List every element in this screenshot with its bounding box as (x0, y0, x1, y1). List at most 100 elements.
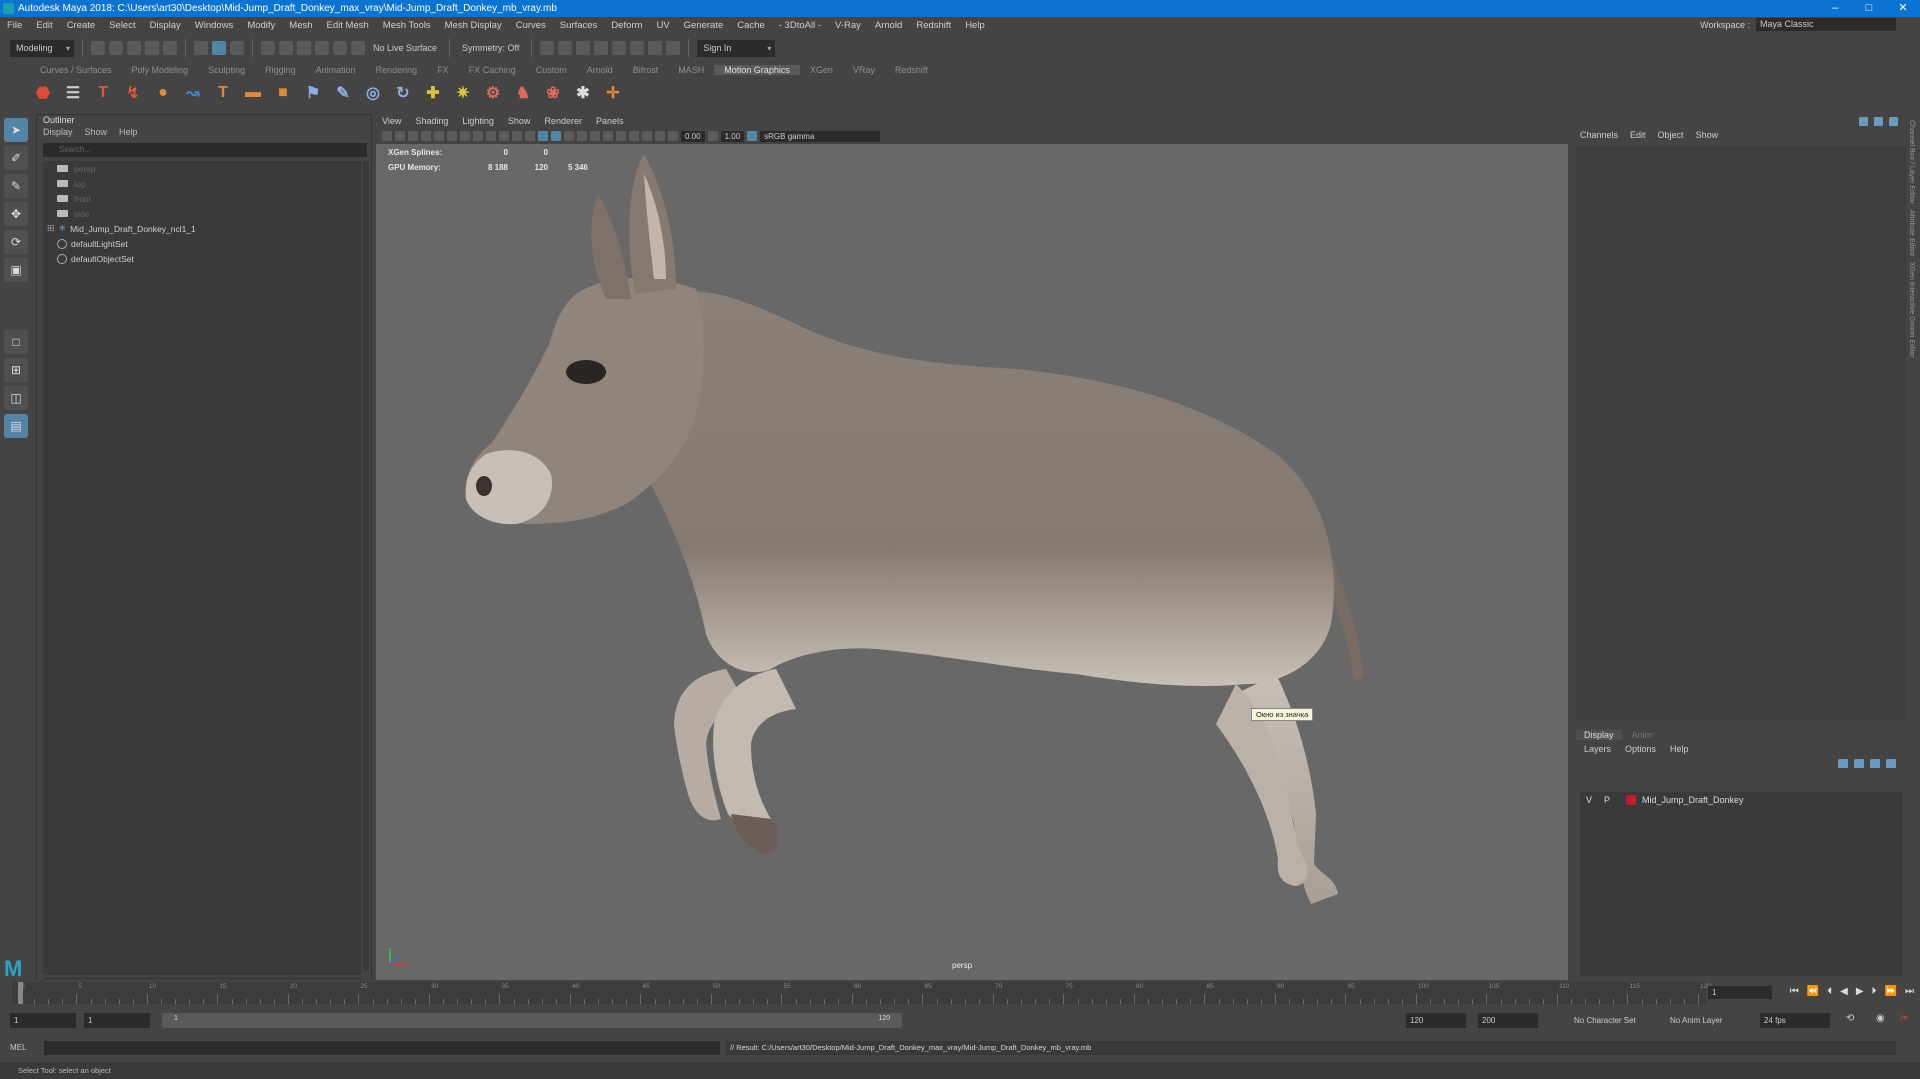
menu-curves[interactable]: Curves (509, 20, 553, 31)
menu-uv[interactable]: UV (649, 20, 676, 31)
shelf-tab-rendering[interactable]: Rendering (366, 65, 428, 75)
outliner-item[interactable]: defaultLightSet (43, 236, 361, 251)
menu-mesh-tools[interactable]: Mesh Tools (376, 20, 438, 31)
shelf-tab-motion-graphics[interactable]: Motion Graphics (714, 65, 800, 75)
sphere-icon[interactable]: ● (152, 82, 174, 104)
loop-icon[interactable]: ⟲ (1846, 1013, 1854, 1024)
layer-menu-help[interactable]: Help (1670, 744, 1689, 754)
live-surface-field[interactable]: No Live Surface (369, 43, 441, 53)
menu-set-dropdown[interactable]: Modeling (10, 39, 74, 57)
snap-curve-icon[interactable] (279, 41, 293, 55)
symmetry-field[interactable]: Symmetry: Off (458, 43, 523, 53)
sign-in-dropdown[interactable]: Sign In (697, 39, 776, 57)
menu-edit-mesh[interactable]: Edit Mesh (320, 20, 376, 31)
select-tool-icon[interactable]: ➤ (4, 118, 28, 142)
paint-select-icon[interactable]: ✎ (4, 174, 28, 198)
maximize-button[interactable]: □ (1852, 0, 1886, 17)
outliner-item[interactable]: top (43, 176, 361, 191)
layer-color-swatch[interactable] (1626, 795, 1636, 805)
field-icon[interactable]: ✱ (572, 82, 594, 104)
four-pane-icon[interactable]: ⊞ (4, 358, 28, 382)
select-object-icon[interactable] (212, 41, 226, 55)
menu-mesh[interactable]: Mesh (282, 20, 319, 31)
vray-render-icon[interactable] (630, 41, 645, 55)
outliner-menu-help[interactable]: Help (119, 127, 138, 141)
outliner-item[interactable]: side (43, 206, 361, 221)
outliner-vertical-scrollbar[interactable] (363, 161, 369, 971)
svg-tool-icon[interactable]: ▬ (242, 82, 264, 104)
layer-row[interactable]: V P Mid_Jump_Draft_Donkey (1580, 792, 1902, 808)
select-component-icon[interactable] (230, 41, 244, 55)
hypershade-icon[interactable] (612, 41, 627, 55)
type-tool-icon[interactable]: T (212, 82, 234, 104)
open-scene-icon[interactable] (109, 41, 123, 55)
side-tab[interactable]: XGen Interactive Groom Editor (1908, 262, 1915, 358)
shelf-tab-curves-surfaces[interactable]: Curves / Surfaces (30, 65, 122, 75)
layer-tab-display[interactable]: Display (1576, 730, 1622, 740)
menu-edit[interactable]: Edit (29, 20, 59, 31)
menu-surfaces[interactable]: Surfaces (553, 20, 605, 31)
current-time-indicator[interactable] (18, 982, 23, 1004)
new-scene-icon[interactable] (91, 41, 105, 55)
particles-icon[interactable]: ❀ (542, 82, 564, 104)
menu-create[interactable]: Create (60, 20, 103, 31)
shelf-tab-animation[interactable]: Animation (306, 65, 366, 75)
vray-ipr-icon[interactable] (648, 41, 663, 55)
redo-icon[interactable] (163, 41, 177, 55)
layer-visibility-toggle[interactable]: V (1580, 795, 1598, 805)
menu-help[interactable]: Help (958, 20, 992, 31)
shelf-tab-xgen[interactable]: XGen (800, 65, 843, 75)
channel-box-toggle-icon[interactable] (1859, 116, 1868, 126)
sculpt-icon[interactable]: ◎ (362, 82, 384, 104)
move-tool-icon[interactable]: ✥ (4, 202, 28, 226)
shelf-tab-bifrost[interactable]: Bifrost (623, 65, 669, 75)
animation-start-field[interactable]: 1 (10, 1013, 76, 1028)
side-tab[interactable]: Attribute Editor (1908, 210, 1915, 256)
move-layer-up-icon[interactable] (1838, 758, 1848, 768)
undo-icon[interactable] (145, 41, 159, 55)
menu-generate[interactable]: Generate (677, 20, 731, 31)
new-layer-selected-icon[interactable] (1886, 758, 1896, 768)
play-backwards-icon[interactable]: ◀ (1840, 986, 1848, 997)
channel-box-menu-edit[interactable]: Edit (1630, 130, 1646, 140)
rotate-tool-icon[interactable]: ⟳ (4, 230, 28, 254)
snap-rotate-icon[interactable] (351, 41, 365, 55)
text-tool-icon[interactable]: T (92, 82, 114, 104)
fps-dropdown[interactable]: 24 fps (1760, 1013, 1830, 1028)
tool-settings-toggle-icon[interactable] (1889, 116, 1898, 126)
menu-modify[interactable]: Modify (240, 20, 282, 31)
play-forwards-icon[interactable]: ▶ (1856, 986, 1864, 997)
shelf-tab-mash[interactable]: MASH (668, 65, 714, 75)
shelf-tab-fx[interactable]: FX (427, 65, 459, 75)
animation-end-field[interactable]: 200 (1478, 1013, 1538, 1028)
shelf-tab-vray[interactable]: VRay (843, 65, 885, 75)
playback-start-field[interactable]: 1 (84, 1013, 150, 1028)
menu-display[interactable]: Display (143, 20, 188, 31)
shelf-tab-poly-modeling[interactable]: Poly Modeling (122, 65, 199, 75)
render-sequence-icon[interactable] (558, 41, 573, 55)
paint-icon[interactable]: ✚ (422, 82, 444, 104)
cube-icon[interactable]: ■ (272, 82, 294, 104)
render-settings-icon[interactable] (594, 41, 609, 55)
minimize-button[interactable]: – (1818, 0, 1852, 17)
menu-3dtoall[interactable]: - 3DtoAll - (772, 20, 828, 31)
list-icon[interactable]: ☰ (62, 82, 84, 104)
shelf-tab-fx-caching[interactable]: FX Caching (459, 65, 526, 75)
command-language-toggle[interactable]: MEL (10, 1041, 40, 1055)
pause-render-icon[interactable] (666, 41, 681, 55)
donkey-model[interactable] (376, 114, 1568, 980)
current-frame-field[interactable]: 1 (1708, 986, 1772, 999)
outliner-item[interactable]: front (43, 191, 361, 206)
curve-icon[interactable]: ↝ (182, 82, 204, 104)
side-tab[interactable]: Channel Box / Layer Editor (1908, 120, 1915, 204)
menu-arnold[interactable]: Arnold (868, 20, 909, 31)
anim-layer-dropdown[interactable]: No Anim Layer (1670, 1013, 1722, 1028)
layer-playback-toggle[interactable]: P (1598, 795, 1616, 805)
new-empty-layer-icon[interactable] (1870, 758, 1880, 768)
step-back-frame-icon[interactable]: ⏴ (1827, 986, 1832, 997)
auto-key-icon[interactable]: ◉ (1876, 1013, 1885, 1024)
anim-prefs-icon[interactable]: ✂ (1900, 1013, 1908, 1024)
workspace-dropdown[interactable]: Maya Classic (1756, 18, 1896, 31)
layer-tab-anim[interactable]: Anim (1624, 730, 1661, 740)
outliner-menu-show[interactable]: Show (85, 127, 108, 141)
